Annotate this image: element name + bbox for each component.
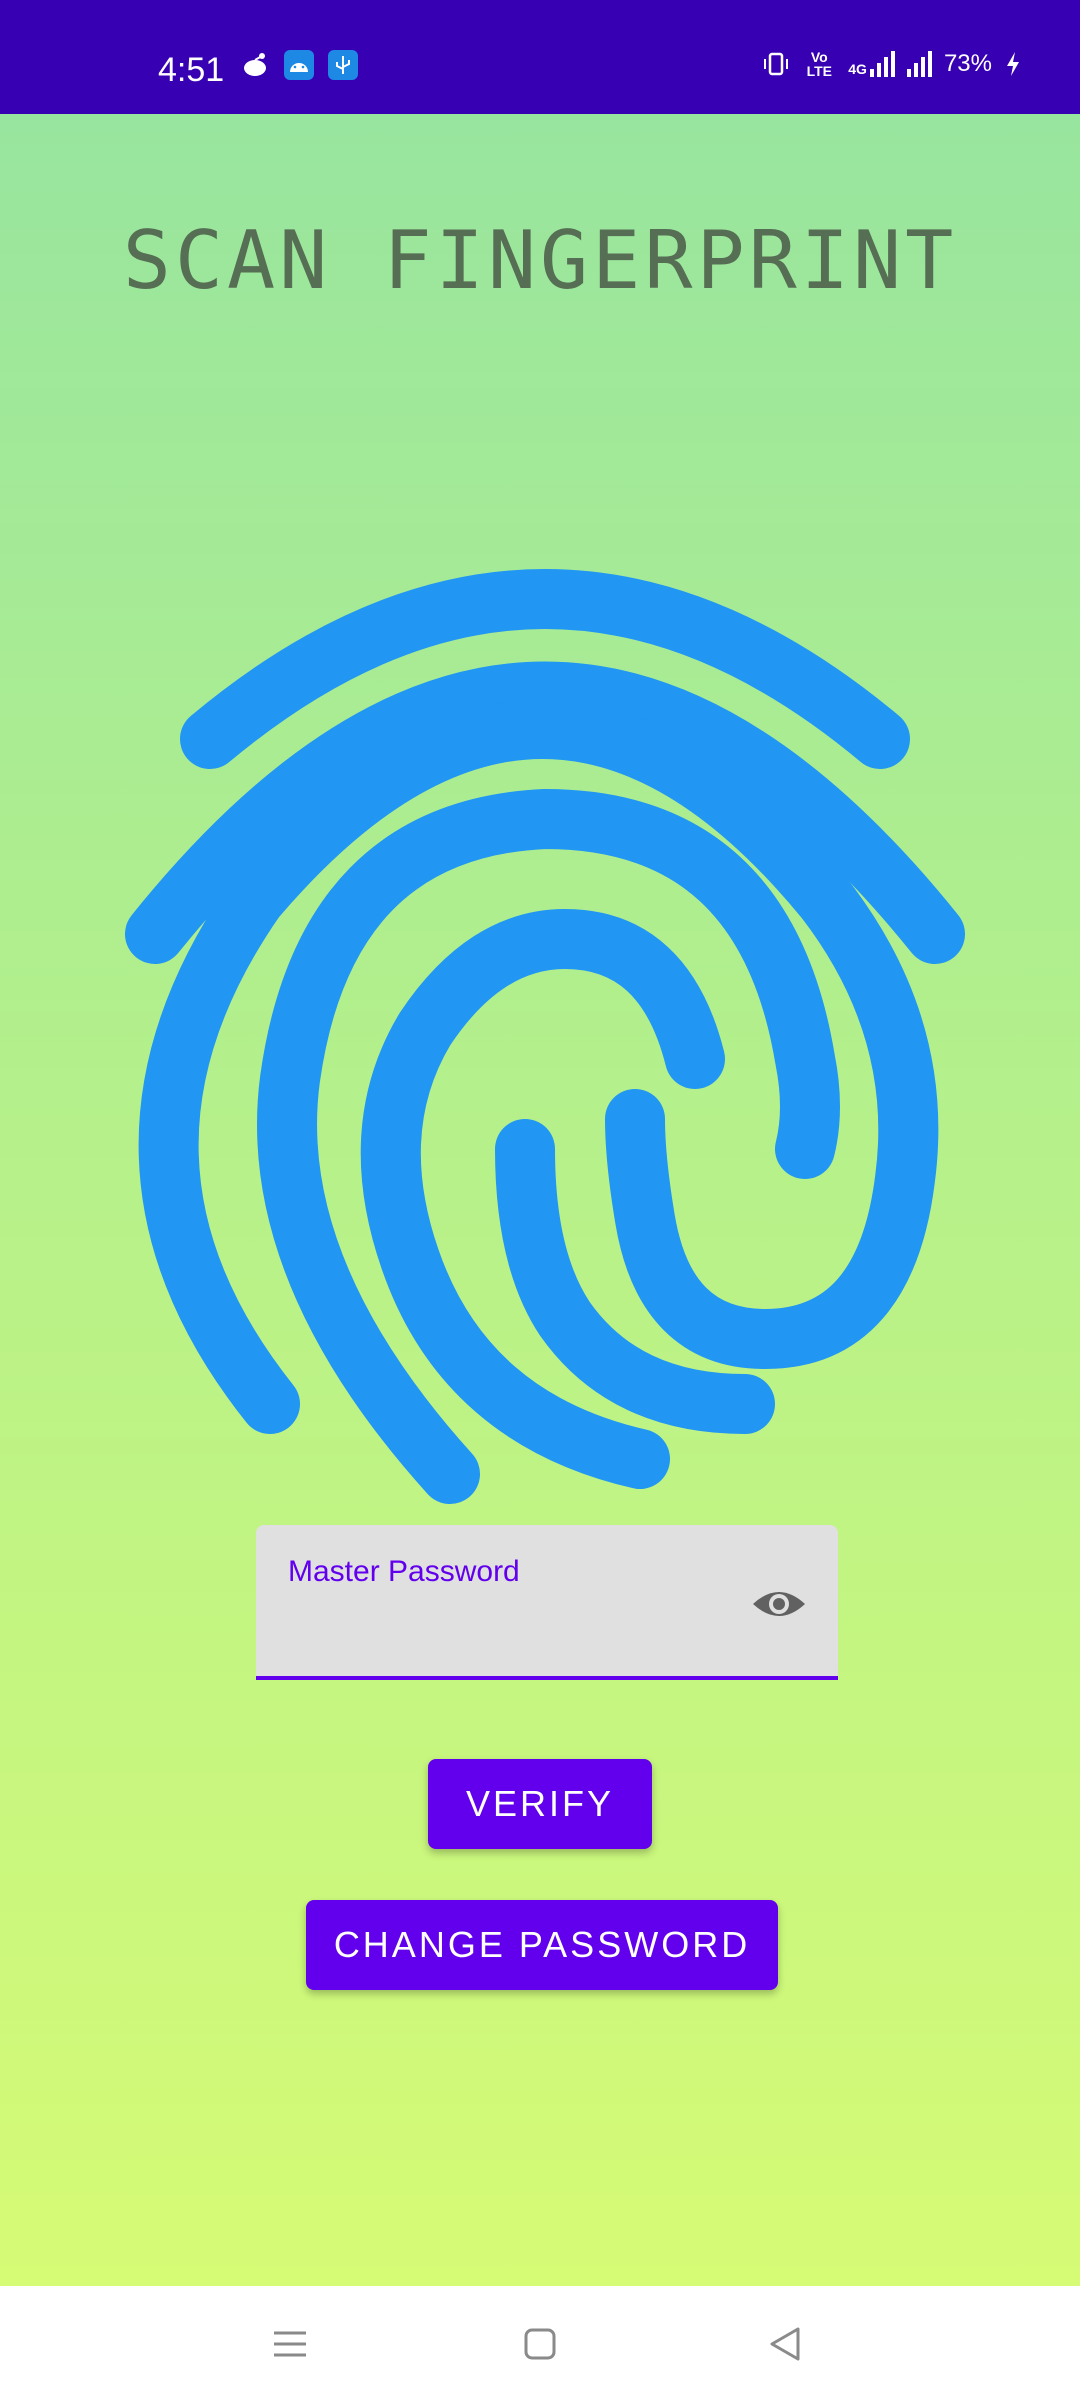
volte-icon: Vo LTE	[806, 49, 832, 79]
home-button[interactable]	[510, 2314, 570, 2374]
status-time: 4:51	[158, 51, 225, 89]
home-icon	[524, 2328, 556, 2360]
menu-button[interactable]	[260, 2314, 320, 2374]
android-icon	[284, 50, 314, 80]
master-password-label: Master Password	[288, 1555, 520, 1588]
master-password-input[interactable]	[288, 1605, 732, 1657]
back-icon	[770, 2327, 800, 2361]
fingerprint-icon[interactable]	[125, 459, 965, 1529]
main-content: SCAN FINGERPRINT Master Password VERIFY …	[0, 114, 1080, 2286]
signal-icon	[906, 51, 932, 77]
app-screen: 4:51 Vo LTE 4G 73% SCAN FINGERPRINT Mast…	[0, 0, 1080, 2400]
status-bar: 4:51 Vo LTE 4G 73%	[0, 0, 1080, 114]
usb-icon	[328, 50, 358, 80]
menu-icon	[274, 2331, 306, 2357]
page-title: SCAN FINGERPRINT	[122, 214, 958, 307]
master-password-field[interactable]: Master Password	[256, 1525, 838, 1680]
verify-button[interactable]: VERIFY	[428, 1759, 652, 1849]
notification-icons	[240, 50, 358, 80]
battery-level: 73%	[943, 50, 992, 77]
battery-charging-icon	[1007, 52, 1019, 76]
status-right: Vo LTE 4G 73%	[762, 50, 1022, 78]
back-button[interactable]	[755, 2314, 815, 2374]
eye-icon[interactable]	[750, 1575, 808, 1633]
navigation-bar	[0, 2286, 1080, 2400]
reddit-icon	[240, 50, 270, 80]
network-type-label: 4G	[848, 61, 867, 77]
change-password-button[interactable]: CHANGE PASSWORD	[306, 1900, 778, 1990]
signal-4g-icon: 4G	[848, 51, 895, 77]
vibrate-icon	[764, 52, 789, 76]
